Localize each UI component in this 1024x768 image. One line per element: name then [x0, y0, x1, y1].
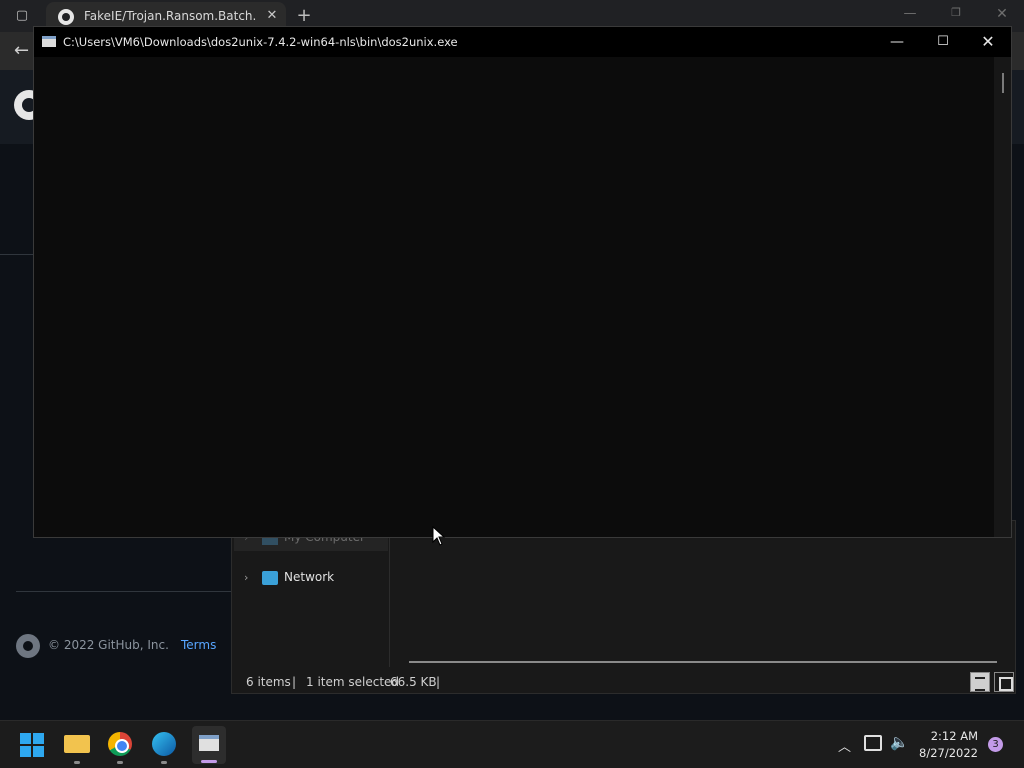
running-indicator: [161, 761, 167, 764]
clock-date[interactable]: 8/27/2022: [914, 746, 978, 760]
minimize-button[interactable]: —: [880, 27, 914, 57]
browser-minimize-icon[interactable]: —: [898, 6, 922, 26]
notification-badge[interactable]: 3: [988, 737, 1003, 752]
maximize-button[interactable]: ☐: [926, 27, 960, 57]
console-output-area[interactable]: [34, 57, 994, 537]
windows-logo-icon: [20, 746, 31, 757]
tab-actions-icon[interactable]: ▢: [14, 8, 30, 24]
network-icon: [262, 571, 278, 585]
explorer-statusbar: 6 items | 1 item selected 66.5 KB |: [232, 671, 1015, 693]
file-explorer-window: › My Computer › Network 6 items | 1 item…: [231, 520, 1016, 694]
file-explorer-taskbar-button[interactable]: [64, 731, 90, 764]
close-button[interactable]: ✕: [970, 27, 1006, 57]
console-window: C:\Users\VM6\Downloads\dos2unix-7.4.2-wi…: [33, 26, 1012, 538]
navigation-pane: › My Computer › Network: [232, 521, 390, 667]
console-title: C:\Users\VM6\Downloads\dos2unix-7.4.2-wi…: [63, 35, 458, 49]
network-status-icon[interactable]: [864, 735, 882, 751]
nav-item-network[interactable]: › Network: [234, 567, 388, 591]
taskbar: ︿ 🔈 2:12 AM 8/27/2022 3: [0, 720, 1024, 768]
footer-copyright: © 2022 GitHub, Inc.: [48, 638, 169, 652]
browser-restore-icon[interactable]: ❐: [944, 6, 968, 26]
github-favicon-icon: [58, 9, 74, 25]
footer-terms-link[interactable]: Terms: [181, 638, 216, 652]
running-indicator: [117, 761, 123, 764]
windows-logo-icon: [33, 733, 44, 744]
details-view-button[interactable]: [970, 672, 990, 692]
folder-icon: [64, 735, 90, 753]
new-tab-icon[interactable]: +: [294, 6, 314, 26]
show-hidden-icons-chevron-icon[interactable]: ︿: [838, 736, 851, 755]
status-separator: |: [292, 675, 297, 689]
status-separator: |: [436, 675, 441, 689]
console-app-icon: [199, 735, 219, 751]
status-size: 66.5 KB: [390, 675, 437, 689]
windows-logo-icon: [20, 733, 31, 744]
console-taskbar-button[interactable]: [192, 726, 226, 764]
browser-close-icon[interactable]: ✕: [990, 6, 1014, 26]
running-indicator: [74, 761, 80, 764]
edge-taskbar-button[interactable]: [152, 732, 176, 764]
console-titlebar[interactable]: C:\Users\VM6\Downloads\dos2unix-7.4.2-wi…: [34, 27, 1011, 57]
tab-title: FakeIE/Trojan.Ransom.Batch.Fake: [84, 9, 256, 23]
large-icons-view-button[interactable]: [994, 672, 1014, 692]
active-indicator: [201, 760, 217, 763]
chrome-taskbar-button[interactable]: [108, 732, 132, 764]
windows-logo-icon: [33, 746, 44, 757]
scrollbar-thumb[interactable]: [1002, 73, 1004, 93]
status-selected: 1 item selected: [306, 675, 400, 689]
chevron-right-icon[interactable]: ›: [244, 571, 248, 584]
divider: [0, 254, 34, 255]
console-app-icon[interactable]: [42, 36, 56, 47]
horizontal-scrollbar[interactable]: [409, 661, 997, 663]
start-button[interactable]: [20, 733, 44, 757]
status-item-count: 6 items: [246, 675, 291, 689]
divider: [16, 591, 232, 592]
tab-close-icon[interactable]: ✕: [264, 8, 280, 24]
vertical-scrollbar[interactable]: [994, 57, 1011, 537]
clock-time[interactable]: 2:12 AM: [920, 729, 978, 743]
github-footer-logo-icon[interactable]: [16, 634, 40, 658]
nav-item-label: Network: [284, 570, 335, 584]
volume-icon[interactable]: 🔈: [890, 733, 909, 751]
